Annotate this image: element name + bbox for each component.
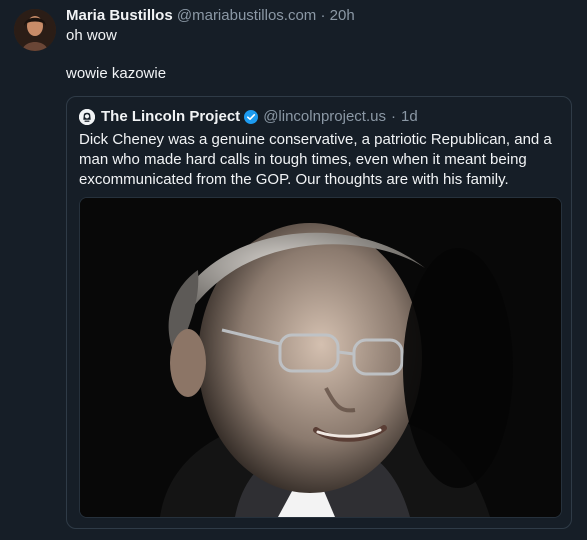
- quoted-post[interactable]: The Lincoln Project @lincolnproject.us ·…: [66, 96, 572, 529]
- quoted-post-header: The Lincoln Project @lincolnproject.us ·…: [79, 107, 418, 127]
- quoted-separator-dot: ·: [390, 108, 396, 125]
- post[interactable]: Maria Bustillos @mariabustillos.com · 20…: [0, 0, 587, 540]
- quoted-author-name[interactable]: The Lincoln Project: [101, 107, 240, 127]
- quoted-post-image[interactable]: [79, 197, 562, 518]
- post-header: Maria Bustillos @mariabustillos.com · 20…: [66, 6, 573, 26]
- portrait-photo: [80, 198, 561, 517]
- quoted-post-text: Dick Cheney was a genuine conservative, …: [79, 131, 552, 188]
- lincoln-logo-icon[interactable]: [79, 109, 95, 125]
- author-name[interactable]: Maria Bustillos: [66, 7, 173, 24]
- post-time[interactable]: 20h: [330, 7, 355, 24]
- quoted-author-handle[interactable]: @lincolnproject.us: [263, 107, 386, 127]
- separator-dot: ·: [320, 7, 326, 24]
- post-text-line-2: wowie kazowie: [66, 65, 167, 82]
- author-avatar[interactable]: [14, 9, 56, 51]
- avatar-image: [14, 9, 56, 51]
- author-handle[interactable]: @mariabustillos.com: [177, 7, 316, 24]
- post-text-line-1: oh wow: [66, 27, 117, 44]
- quoted-post-time[interactable]: 1d: [401, 107, 418, 127]
- post-content: Maria Bustillos @mariabustillos.com · 20…: [66, 6, 573, 84]
- verified-badge-icon: [244, 110, 259, 124]
